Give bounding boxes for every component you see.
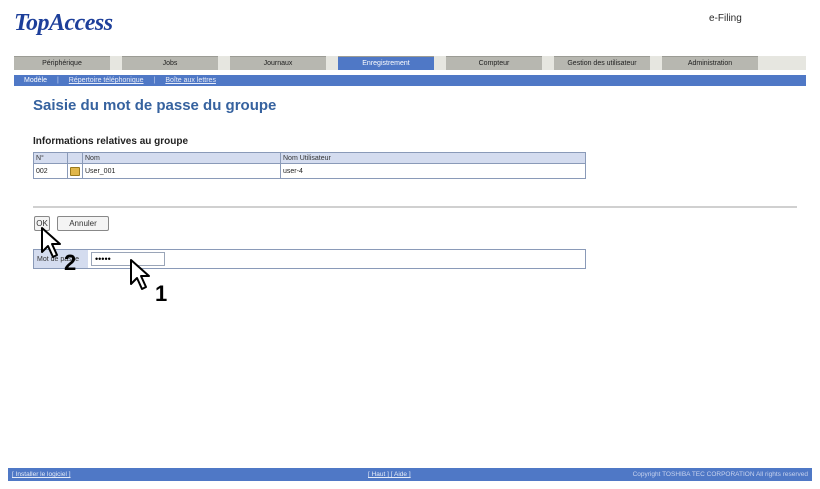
cell-name: User_001 (82, 163, 281, 179)
section-title: Informations relatives au groupe (33, 136, 189, 147)
tab-jobs[interactable]: Jobs (122, 56, 218, 70)
column-header-name: Nom (82, 152, 281, 164)
callout-number-1: 1 (155, 281, 168, 306)
tab-administration[interactable]: Administration (662, 56, 758, 70)
column-header-username: Nom Utilisateur (280, 152, 586, 164)
lock-cell (67, 163, 83, 179)
cell-username: user-4 (280, 163, 586, 179)
top-help-links[interactable]: [ Haut ] [ Aide ] (368, 471, 411, 478)
tab-journaux[interactable]: Journaux (230, 56, 326, 70)
subnav-repertoire[interactable]: Répertoire téléphonique (59, 77, 154, 84)
install-software-link[interactable]: [ Installer le logiciel ] (12, 471, 71, 478)
callout-number-2: 2 (64, 250, 77, 275)
tab-compteur[interactable]: Compteur (446, 56, 542, 70)
group-info-table: N° Nom Nom Utilisateur 002 User_001 user… (33, 152, 586, 179)
footer-bar: [ Installer le logiciel ] [ Haut ] [ Aid… (8, 468, 812, 481)
subnav-modele[interactable]: Modèle (14, 77, 57, 84)
topaccess-window: TopAccess e-Filing Périphérique Jobs Jou… (0, 0, 820, 489)
tab-peripherique[interactable]: Périphérique (14, 56, 110, 70)
main-tabs: Périphérique Jobs Journaux Enregistremen… (14, 56, 806, 70)
efiling-link[interactable]: e-Filing (709, 13, 742, 24)
subnav-boite-aux-lettres[interactable]: Boîte aux lettres (155, 77, 226, 84)
topaccess-logo: TopAccess (14, 10, 113, 36)
column-header-icon (67, 152, 83, 164)
table-header-row: N° Nom Nom Utilisateur (33, 152, 586, 164)
cell-number: 002 (33, 163, 68, 179)
lock-icon (70, 166, 80, 176)
sub-navigation: Modèle | Répertoire téléphonique | Boîte… (14, 75, 806, 86)
tab-enregistrement[interactable]: Enregistrement (338, 56, 434, 70)
table-row: 002 User_001 user-4 (33, 163, 586, 179)
password-row: Mot de passe (33, 249, 586, 269)
copyright-text: Copyright TOSHIBA TEC CORPORATION All ri… (632, 471, 808, 478)
tab-gestion-utilisateur[interactable]: Gestion des utilisateur (554, 56, 650, 70)
column-header-number: N° (33, 152, 68, 164)
page-title: Saisie du mot de passe du groupe (33, 97, 277, 114)
divider (33, 206, 797, 208)
